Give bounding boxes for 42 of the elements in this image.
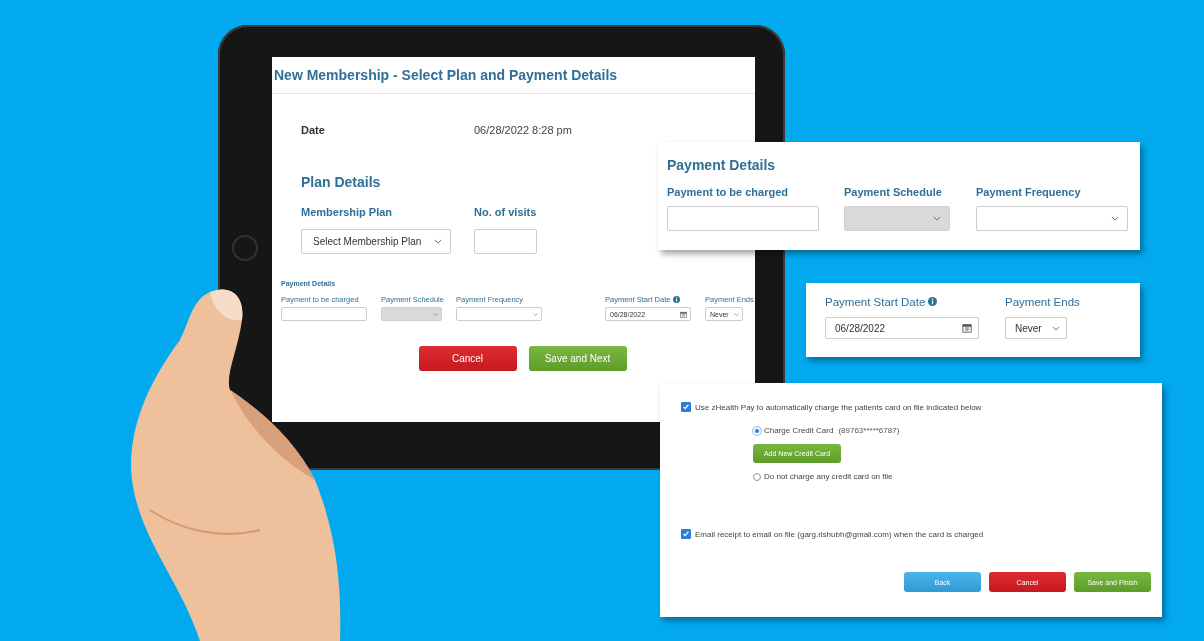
field-label: Payment Ends [1005,295,1080,308]
calendar-icon [962,323,972,333]
section-heading: Payment Details [667,157,777,173]
info-icon [928,297,938,306]
field-label: Payment to be charged [667,186,789,198]
caret-icon [533,312,538,316]
date-value: 06/28/2022 8:28 pm [474,124,572,136]
input-field[interactable] [667,206,819,231]
radio-label: Charge Credit Card [764,426,834,435]
checkbox[interactable] [681,402,691,412]
radio-button[interactable] [753,472,761,481]
section-heading: Plan Details [301,174,382,190]
field-label: Payment Frequency [976,186,1081,198]
page-title: New Membership - Select Plan and Payment Details [272,57,755,94]
camera-lens [232,235,258,261]
dropdown[interactable] [976,206,1128,231]
caret-icon [1111,216,1119,221]
dropdown[interactable]: Select Membership Plan [301,229,451,254]
checkbox[interactable] [681,529,691,539]
date-label: Date [301,124,326,136]
field-label: Payment Schedule [844,186,942,198]
date-field[interactable]: 06/28/2022 [825,317,979,339]
radio-label: Do not charge any credit card on file [764,472,893,481]
form-button[interactable]: Save and Next [528,346,627,371]
field-label: No. of visits [474,206,537,218]
caret-icon [434,239,442,244]
caret-icon [433,312,438,316]
caret-icon [1052,325,1060,331]
calendar-icon [680,310,687,318]
dropdown[interactable] [456,307,542,321]
input-field[interactable] [281,307,367,321]
checkbox-label: Email receipt to email on file (garg.rishubh@gmail.com) when the card is charged [695,529,984,539]
form-button[interactable]: Cancel [418,346,517,371]
checkbox-label: Use zHealth Pay to automatically charge the patients card on file indicated below [695,402,982,412]
input-field[interactable] [474,229,537,254]
caret-icon [734,312,739,316]
dropdown[interactable]: Never [1005,317,1067,339]
field-label: Membership Plan [301,206,393,218]
caret-icon [933,216,941,221]
info-icon [673,295,681,303]
field-label: Payment Start Date [825,295,926,308]
card-number: (89763*****6787) [838,426,900,435]
